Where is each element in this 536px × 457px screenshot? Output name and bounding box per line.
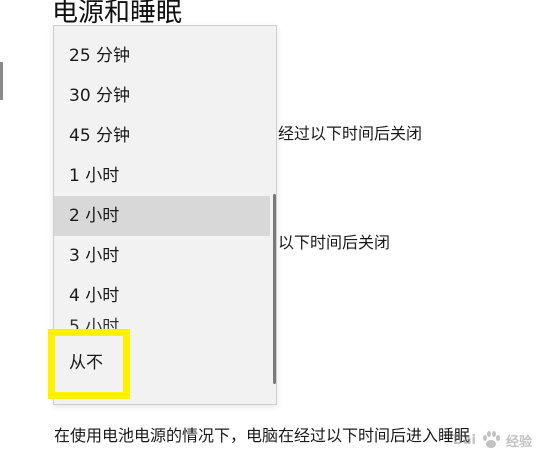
page-title: 电源和睡眠 <box>52 0 183 28</box>
dropdown-scrollbar[interactable] <box>273 194 276 384</box>
battery-sleep-description: 在使用电池电源的情况下，电脑在经过以下时间后进入睡眠 <box>54 426 471 445</box>
timeout-dropdown-list[interactable]: 25 分钟 30 分钟 45 分钟 1 小时 2 小时 3 小时 4 小时 5 … <box>53 25 277 405</box>
option-never[interactable]: 从不 <box>54 346 270 386</box>
nav-accent-bar <box>0 62 3 100</box>
watermark-logo-text: Bai <box>452 432 476 448</box>
option-list: 25 分钟 30 分钟 45 分钟 1 小时 2 小时 3 小时 4 小时 5 … <box>54 36 270 386</box>
option-45-minutes[interactable]: 45 分钟 <box>54 116 270 156</box>
sleep-description: 以下时间后关闭 <box>278 233 391 252</box>
option-1-hour[interactable]: 1 小时 <box>54 156 270 196</box>
option-30-minutes[interactable]: 30 分钟 <box>54 76 270 116</box>
option-2-hours-selected[interactable]: 2 小时 <box>54 196 270 236</box>
option-3-hours[interactable]: 3 小时 <box>54 236 270 276</box>
option-4-hours[interactable]: 4 小时 <box>54 276 270 316</box>
screen-off-description: 经过以下时间后关闭 <box>278 124 423 143</box>
option-25-minutes[interactable]: 25 分钟 <box>54 36 270 76</box>
watermark-text: 经验 <box>505 434 532 450</box>
option-5-hours[interactable]: 5 小时 <box>54 316 270 346</box>
paw-icon <box>482 431 500 448</box>
baidu-watermark: Bai 经验 <box>453 429 532 451</box>
